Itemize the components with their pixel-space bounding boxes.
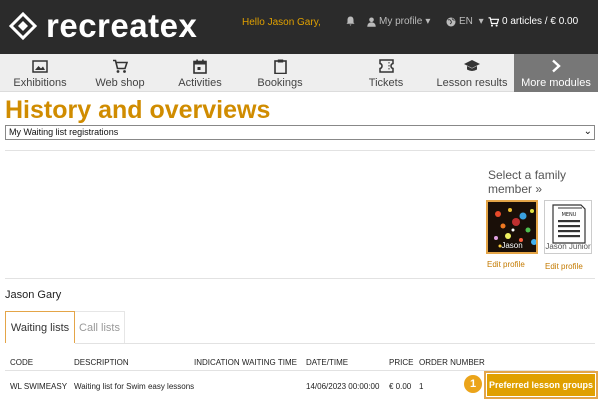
member-name: Jason Gary: [5, 289, 62, 301]
clipboard-icon: [273, 58, 287, 74]
cart-icon: [488, 16, 499, 27]
my-profile-menu[interactable]: My profile ▾: [367, 16, 430, 27]
calendar-icon: [193, 58, 207, 74]
column-header: DATE/TIME: [306, 358, 349, 367]
overview-select-value: My Waiting list registrations: [9, 127, 119, 137]
nav-label: Tickets: [368, 77, 404, 89]
nav-tickets[interactable]: Tickets: [346, 54, 426, 92]
nav-label: Web shop: [95, 77, 145, 89]
image-icon: [32, 58, 48, 74]
chevron-down-icon: ⌄: [583, 126, 592, 137]
cell-description: Waiting list for Swim easy lessons: [74, 382, 195, 391]
graduation-cap-icon: [463, 58, 481, 74]
step-number-badge: 1: [464, 375, 482, 393]
cell-price: € 0.00: [389, 382, 412, 391]
user-icon: [367, 17, 376, 27]
chevron-down-icon: ▾: [425, 16, 431, 27]
nav-web-shop[interactable]: Web shop: [80, 54, 160, 92]
globe-icon: [446, 17, 456, 26]
edit-profile-link[interactable]: Edit profile: [545, 262, 583, 271]
svg-text:MENU: MENU: [562, 212, 577, 218]
language-label: EN: [459, 16, 473, 27]
tab-baseline: [75, 343, 595, 344]
column-header: INDICATION WAITING TIME: [194, 358, 297, 367]
logo-text: recreatex: [46, 7, 198, 44]
nav-label: Lesson results: [436, 77, 508, 89]
cell-datetime: 14/06/2023 00:00:00: [306, 382, 380, 391]
divider: [5, 150, 595, 151]
nav-bookings[interactable]: Bookings: [240, 54, 320, 92]
logo-diamond-icon: [8, 11, 38, 41]
bell-icon[interactable]: [346, 16, 355, 26]
cart-summary[interactable]: 0 articles / € 0.00: [488, 16, 578, 27]
overview-select[interactable]: My Waiting list registrations ⌄: [5, 125, 595, 140]
ticket-icon: [378, 58, 394, 74]
column-header: DESCRIPTION: [74, 358, 129, 367]
family-select-label[interactable]: Select a family member »: [488, 168, 598, 196]
page-title: History and overviews: [5, 96, 271, 124]
nav-label: Activities: [178, 77, 222, 89]
header-divider: [5, 370, 595, 371]
cart-icon: [112, 58, 128, 74]
top-header: recreatex Hello Jason Gary, My profile ▾…: [0, 0, 598, 54]
tab-call-lists[interactable]: Call lists: [75, 311, 125, 343]
tab-label: Call lists: [79, 321, 120, 334]
cart-label: 0 articles / € 0.00: [502, 16, 579, 27]
nav-label: Exhibitions: [13, 77, 67, 89]
cell-code: WL SWIMEASY: [10, 382, 68, 391]
chevron-right-icon: [551, 58, 561, 74]
column-header: PRICE: [389, 358, 414, 367]
nav-label: More modules: [521, 77, 591, 89]
nav-exhibitions[interactable]: Exhibitions: [0, 54, 80, 92]
preferred-lesson-groups-button[interactable]: Preferred lesson groups: [484, 371, 598, 399]
nav-more-modules[interactable]: More modules: [514, 54, 598, 92]
tab-waiting-lists[interactable]: Waiting lists: [5, 311, 75, 343]
divider: [5, 278, 595, 279]
nav-activities[interactable]: Activities: [160, 54, 240, 92]
avatar-name: Jason Junior: [545, 242, 591, 251]
nav-label: Bookings: [257, 77, 303, 89]
nav-lesson-results[interactable]: Lesson results: [427, 54, 517, 92]
tab-label: Waiting lists: [10, 321, 70, 334]
family-member-jason-junior[interactable]: MENU Jason Junior: [544, 200, 592, 254]
family-member-jason[interactable]: Jason: [486, 200, 538, 254]
column-header: CODE: [10, 358, 34, 367]
logo[interactable]: recreatex: [8, 4, 197, 48]
edit-profile-link[interactable]: Edit profile: [487, 260, 525, 269]
chevron-down-icon: ▾: [475, 16, 484, 27]
cell-order-number: 1: [419, 382, 424, 391]
greeting-text: Hello Jason Gary,: [242, 17, 321, 28]
language-selector[interactable]: EN ▾: [446, 16, 484, 27]
column-header: ORDER NUMBER: [419, 358, 485, 367]
my-profile-label: My profile: [379, 16, 423, 27]
module-nav: Exhibitions Web shop Activities Bookings…: [0, 54, 598, 92]
avatar-name: Jason: [501, 241, 523, 250]
